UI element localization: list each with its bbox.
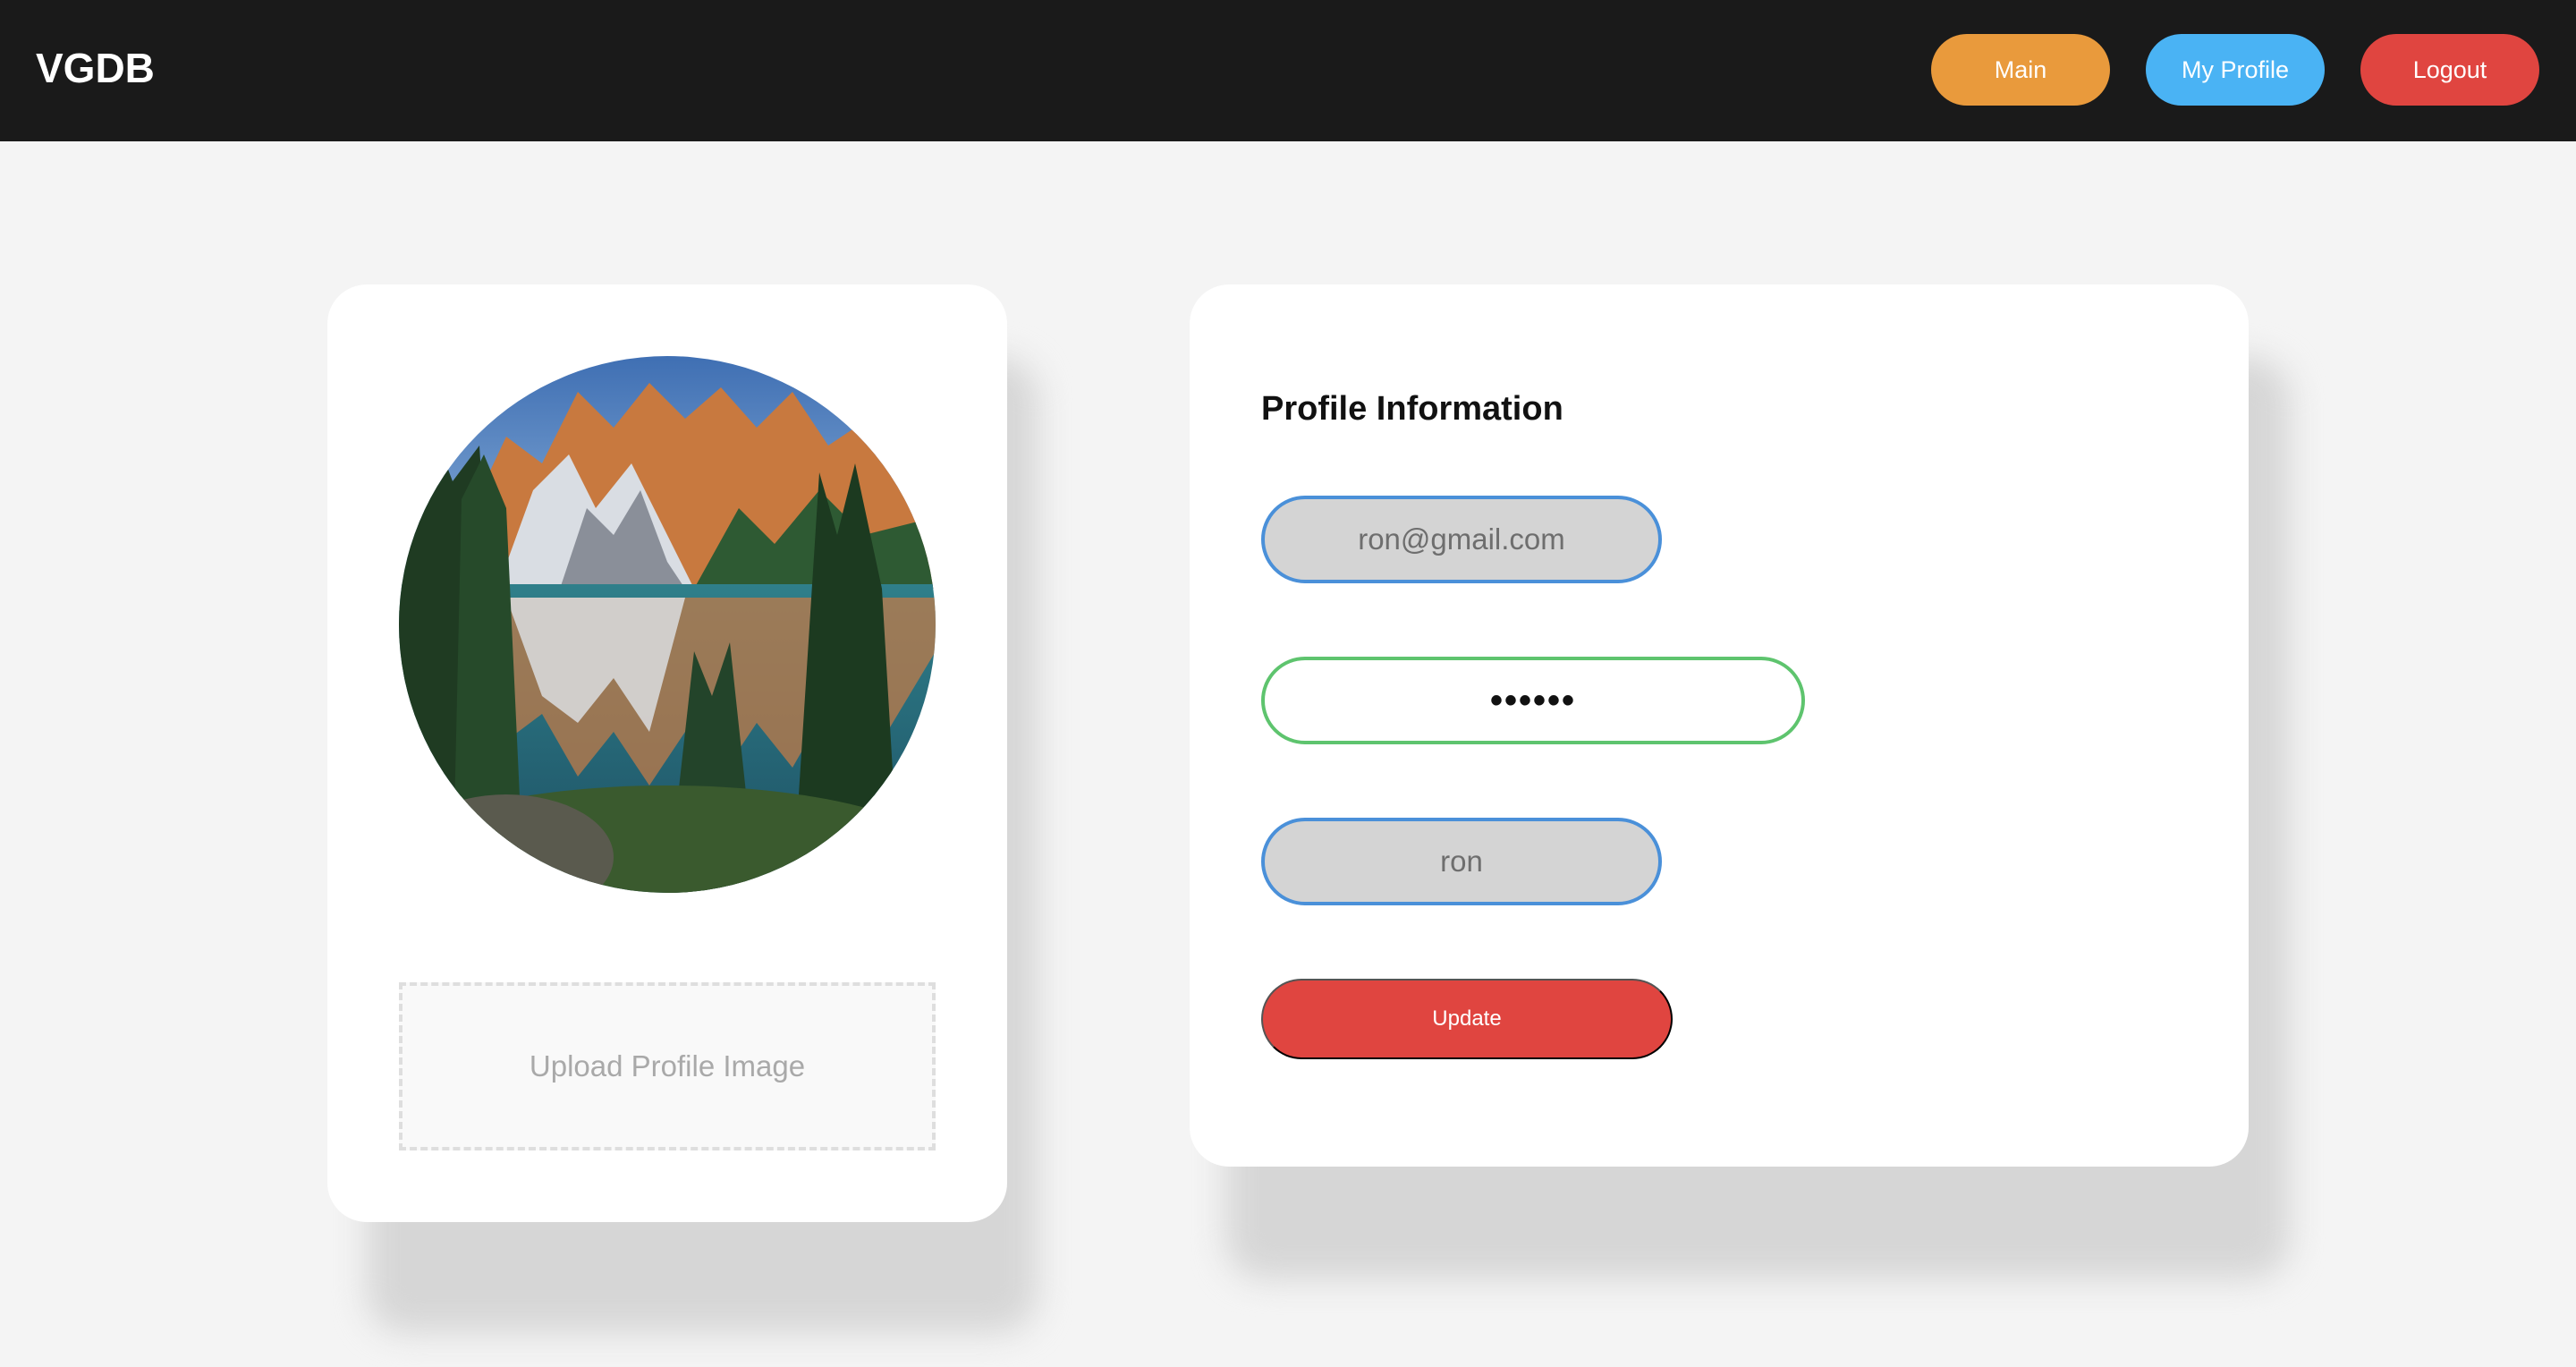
mountain-lake-photo-icon bbox=[399, 356, 936, 893]
top-navbar: VGDB Main My Profile Logout bbox=[0, 0, 2576, 141]
section-title: Profile Information bbox=[1261, 390, 1563, 428]
logout-button[interactable]: Logout bbox=[2360, 34, 2539, 106]
upload-profile-image-dropzone[interactable]: Upload Profile Image bbox=[399, 982, 936, 1150]
password-field[interactable]: •••••• bbox=[1261, 657, 1805, 744]
profile-avatar bbox=[399, 356, 936, 893]
username-field[interactable]: ron bbox=[1261, 818, 1662, 905]
profile-image-card: Upload Profile Image bbox=[327, 284, 1007, 1222]
main-button[interactable]: Main bbox=[1931, 34, 2110, 106]
brand-logo[interactable]: VGDB bbox=[36, 43, 155, 93]
update-button[interactable]: Update bbox=[1261, 979, 1673, 1059]
profile-info-card: Profile Information ron@gmail.com ••••••… bbox=[1190, 284, 2249, 1167]
my-profile-button[interactable]: My Profile bbox=[2146, 34, 2325, 106]
email-field[interactable]: ron@gmail.com bbox=[1261, 496, 1662, 583]
